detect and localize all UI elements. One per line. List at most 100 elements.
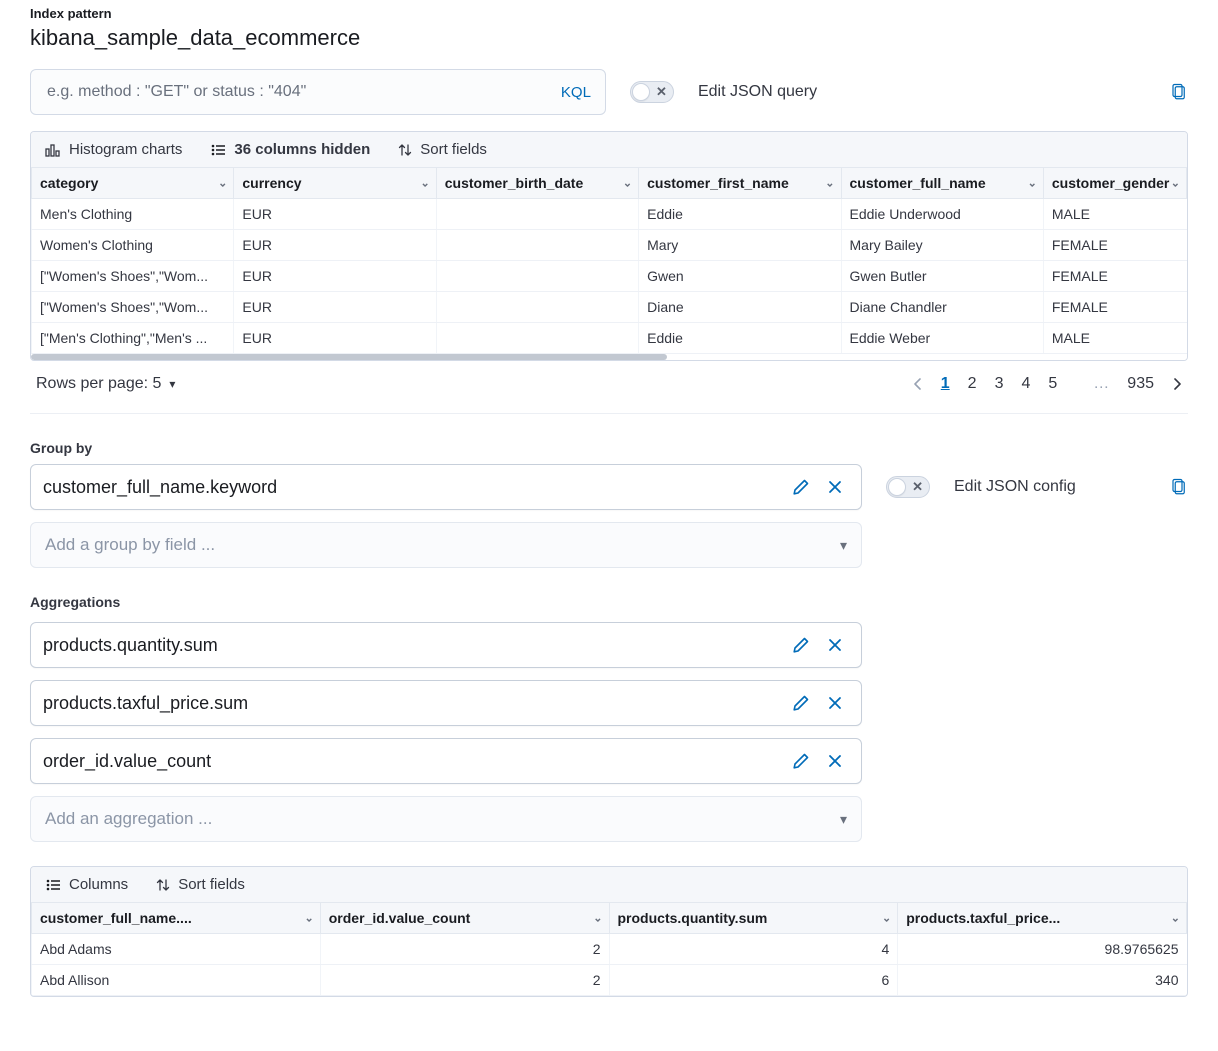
- cell: 98.9765625: [898, 934, 1187, 965]
- rows-per-page-label: Rows per page: 5: [36, 375, 161, 393]
- cell: EUR: [234, 199, 436, 230]
- sort-fields-label: Sort fields: [420, 141, 487, 158]
- cell: [436, 323, 638, 354]
- columns-hidden-label: 36 columns hidden: [234, 141, 370, 158]
- group-by-label: Group by: [30, 440, 1188, 456]
- edit-json-config-label: Edit JSON config: [954, 478, 1076, 496]
- cell: FEMALE: [1043, 230, 1186, 261]
- source-grid: Histogram charts 36 columns hidden Sort …: [30, 131, 1188, 361]
- pencil-icon[interactable]: [787, 747, 815, 775]
- aggregation-field-text: products.taxful_price.sum: [43, 693, 787, 714]
- page-number[interactable]: 1: [941, 375, 950, 392]
- query-input[interactable]: [45, 82, 561, 102]
- cell: Women's Clothing: [32, 230, 234, 261]
- cell: MALE: [1043, 199, 1186, 230]
- cell: Mary Bailey: [841, 230, 1043, 261]
- add-aggregation-box[interactable]: Add an aggregation ... ▾: [30, 796, 862, 842]
- column-header[interactable]: customer_first_name⌄: [639, 168, 841, 199]
- table-row[interactable]: ["Women's Shoes","Wom...EURGwenGwen Butl…: [32, 261, 1187, 292]
- edit-json-query-label: Edit JSON query: [698, 83, 817, 101]
- query-bar[interactable]: KQL: [30, 69, 606, 115]
- cell: Eddie Weber: [841, 323, 1043, 354]
- column-header[interactable]: products.quantity.sum⌄: [609, 903, 898, 934]
- table-row[interactable]: ["Men's Clothing","Men's ...EUR EddieEddi…: [32, 323, 1187, 354]
- cell: EUR: [234, 230, 436, 261]
- histogram-charts-button[interactable]: Histogram charts: [45, 141, 182, 158]
- cell: FEMALE: [1043, 261, 1186, 292]
- chevron-down-icon: ⌄: [882, 912, 891, 925]
- cell: 340: [898, 965, 1187, 996]
- edit-json-config-switch[interactable]: ✕: [886, 476, 930, 498]
- chevron-down-icon: ⌄: [825, 177, 834, 190]
- cell: Eddie: [639, 199, 841, 230]
- sort-fields-button[interactable]: Sort fields: [398, 141, 487, 158]
- horizontal-scrollbar[interactable]: [31, 354, 1187, 360]
- chevron-down-icon: ▾: [169, 377, 175, 391]
- prev-page-button[interactable]: [913, 377, 923, 391]
- page-number[interactable]: 3: [995, 375, 1004, 392]
- column-header[interactable]: customer_birth_date⌄: [436, 168, 638, 199]
- pencil-icon[interactable]: [787, 473, 815, 501]
- columns-button[interactable]: Columns: [45, 876, 128, 893]
- cell: EUR: [234, 261, 436, 292]
- pencil-icon[interactable]: [787, 631, 815, 659]
- add-group-by-placeholder: Add a group by field ...: [45, 535, 840, 555]
- cell: FEMALE: [1043, 292, 1186, 323]
- query-language-label[interactable]: KQL: [561, 84, 591, 101]
- table-row[interactable]: Women's ClothingEUR MaryMary BaileyFEMALE: [32, 230, 1187, 261]
- column-header[interactable]: customer_full_name....⌄: [32, 903, 321, 934]
- columns-label: Columns: [69, 876, 128, 893]
- column-header[interactable]: customer_full_name⌄: [841, 168, 1043, 199]
- add-group-by-field-box[interactable]: Add a group by field ... ▾: [30, 522, 862, 568]
- group-by-field-box[interactable]: customer_full_name.keyword: [30, 464, 862, 510]
- column-header[interactable]: category⌄: [32, 168, 234, 199]
- columns-hidden-button[interactable]: 36 columns hidden: [210, 141, 370, 158]
- page-last[interactable]: 935: [1127, 375, 1154, 393]
- group-by-field-text: customer_full_name.keyword: [43, 477, 787, 498]
- clipboard-icon[interactable]: [1170, 477, 1188, 497]
- index-pattern-label: Index pattern: [30, 6, 1188, 21]
- aggregation-field-box[interactable]: products.quantity.sum: [30, 622, 862, 668]
- cell: EUR: [234, 323, 436, 354]
- table-row[interactable]: ["Women's Shoes","Wom...EURDianeDiane Ch…: [32, 292, 1187, 323]
- aggregation-field-box[interactable]: order_id.value_count: [30, 738, 862, 784]
- chevron-down-icon: ⌄: [305, 912, 314, 925]
- cell: MALE: [1043, 323, 1186, 354]
- sort-fields-button[interactable]: Sort fields: [156, 876, 245, 893]
- table-row[interactable]: Men's ClothingEUREddieEddie UnderwoodMAL…: [32, 199, 1187, 230]
- chevron-down-icon: ⌄: [1171, 177, 1180, 190]
- page-number[interactable]: 4: [1021, 375, 1030, 392]
- close-icon[interactable]: [821, 689, 849, 717]
- page-number[interactable]: 5: [1048, 375, 1057, 392]
- edit-json-query-switch[interactable]: ✕: [630, 81, 674, 103]
- clipboard-icon[interactable]: [1170, 82, 1188, 102]
- chevron-down-icon: ⌄: [1028, 177, 1037, 190]
- cell: EUR: [234, 292, 436, 323]
- cell: Men's Clothing: [32, 199, 234, 230]
- rows-per-page-selector[interactable]: Rows per page: 5 ▾: [36, 375, 175, 393]
- cell: [436, 261, 638, 292]
- cell: Diane Chandler: [841, 292, 1043, 323]
- table-row[interactable]: Abd Allison26340: [32, 965, 1187, 996]
- column-header[interactable]: customer_gender⌄: [1043, 168, 1186, 199]
- chevron-down-icon: ⌄: [421, 177, 430, 190]
- cell: ["Men's Clothing","Men's ...: [32, 323, 234, 354]
- column-header[interactable]: currency⌄: [234, 168, 436, 199]
- next-page-button[interactable]: [1172, 377, 1182, 391]
- page-number[interactable]: 2: [968, 375, 977, 392]
- columns-icon: [210, 143, 226, 157]
- close-icon[interactable]: [821, 747, 849, 775]
- close-icon[interactable]: [821, 473, 849, 501]
- column-header[interactable]: products.taxful_price...⌄: [898, 903, 1187, 934]
- chevron-down-icon: ⌄: [218, 177, 227, 190]
- aggregation-field-box[interactable]: products.taxful_price.sum: [30, 680, 862, 726]
- table-row[interactable]: Abd Adams2498.9765625: [32, 934, 1187, 965]
- column-header[interactable]: order_id.value_count⌄: [320, 903, 609, 934]
- cell: Eddie: [639, 323, 841, 354]
- cell: Mary: [639, 230, 841, 261]
- sort-icon: [156, 878, 170, 892]
- cell: [436, 199, 638, 230]
- pencil-icon[interactable]: [787, 689, 815, 717]
- close-icon[interactable]: [821, 631, 849, 659]
- aggregation-field-text: order_id.value_count: [43, 751, 787, 772]
